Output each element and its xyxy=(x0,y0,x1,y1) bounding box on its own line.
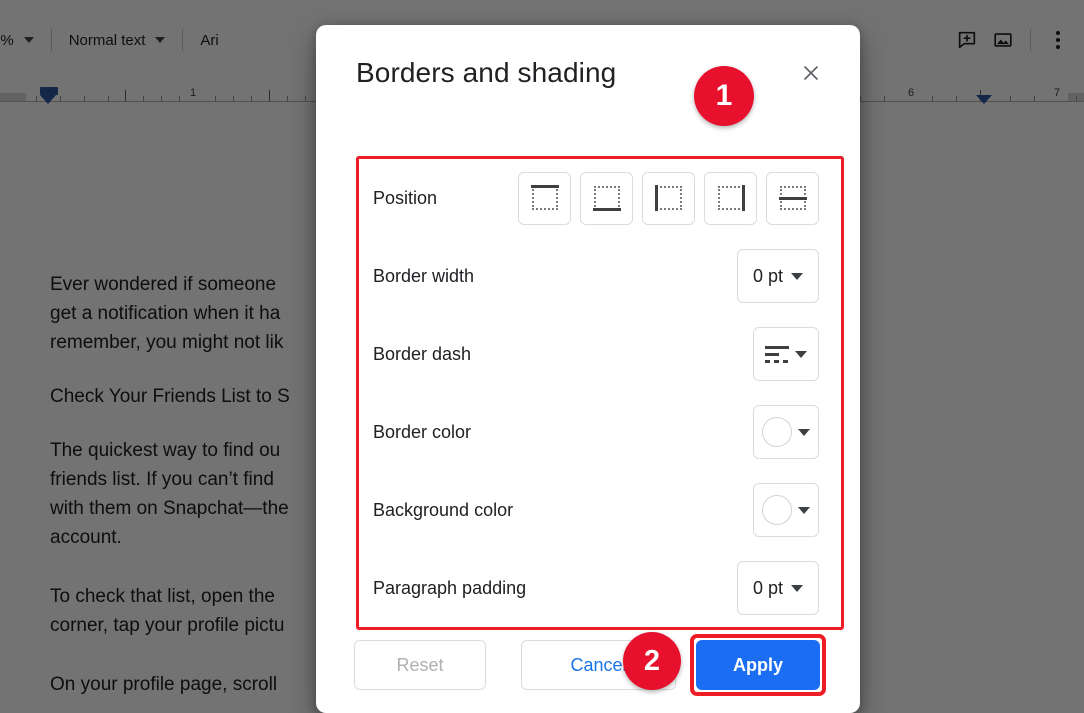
doc-paragraph: corner, tap your profile pictu xyxy=(50,615,285,636)
border-right-button[interactable] xyxy=(704,171,757,225)
chevron-down-icon xyxy=(798,506,810,514)
apply-button-highlight: Apply xyxy=(690,634,826,696)
chevron-down-icon xyxy=(23,37,34,43)
toolbar-divider xyxy=(50,29,52,51)
doc-paragraph: On your profile page, scroll xyxy=(50,674,278,695)
border-dash-style-icon xyxy=(765,345,789,363)
paragraph-padding-dropdown[interactable]: 0 pt xyxy=(737,561,819,615)
border-left-icon xyxy=(654,185,682,211)
reset-button[interactable]: Reset xyxy=(354,640,486,690)
paragraph-style-value: Normal text xyxy=(68,31,146,49)
left-indent-marker[interactable] xyxy=(40,95,56,104)
border-width-label: Border width xyxy=(373,265,475,286)
chevron-down-icon xyxy=(791,584,804,592)
border-dash-dropdown[interactable] xyxy=(753,327,819,381)
dialog-header: Borders and shading xyxy=(316,25,860,120)
insert-image-icon[interactable] xyxy=(985,22,1021,58)
border-color-dropdown[interactable] xyxy=(753,405,819,459)
border-color-swatch xyxy=(762,417,792,447)
callout-badge-2: 2 xyxy=(623,632,681,690)
dialog-options-panel: Position Border width 0 pt Border dash B… xyxy=(356,156,844,630)
border-width-dropdown[interactable]: 0 pt xyxy=(737,249,819,303)
position-button-group xyxy=(518,171,819,225)
border-between-button[interactable] xyxy=(766,171,819,225)
doc-paragraph: Check Your Friends List to S xyxy=(50,386,290,407)
border-width-value: 0 pt xyxy=(752,265,784,286)
background-color-swatch xyxy=(762,495,792,525)
add-comment-icon[interactable] xyxy=(949,22,985,58)
chevron-down-icon xyxy=(155,37,166,43)
border-bottom-button[interactable] xyxy=(580,171,633,225)
dialog-footer: Reset Cancel Apply xyxy=(316,617,860,713)
chevron-down-icon xyxy=(795,350,807,358)
border-left-button[interactable] xyxy=(642,171,695,225)
chevron-down-icon xyxy=(798,428,810,436)
more-options-icon[interactable] xyxy=(1040,22,1076,58)
border-bottom-icon xyxy=(592,186,621,211)
three-dots-glyph xyxy=(1056,31,1060,49)
row-paragraph-padding: Paragraph padding 0 pt xyxy=(359,549,841,627)
font-family-value: Ari xyxy=(200,31,219,49)
position-label: Position xyxy=(373,187,438,208)
border-dash-label: Border dash xyxy=(373,343,472,364)
right-indent-marker[interactable] xyxy=(976,95,992,104)
toolbar-divider xyxy=(1030,29,1031,51)
border-top-button[interactable] xyxy=(518,171,571,225)
border-between-icon xyxy=(778,186,807,210)
row-border-width: Border width 0 pt xyxy=(359,237,841,315)
callout-badge-1: 1 xyxy=(694,66,754,126)
close-icon[interactable] xyxy=(792,54,830,92)
ruler-number: 6 xyxy=(907,87,915,99)
paragraph-padding-label: Paragraph padding xyxy=(373,577,527,598)
toolbar-right-group xyxy=(949,18,1076,62)
row-position: Position xyxy=(359,159,841,237)
toolbar-divider xyxy=(182,29,184,51)
row-background-color: Background color xyxy=(359,471,841,549)
ruler-number: 7 xyxy=(1053,87,1061,99)
first-line-indent-marker[interactable] xyxy=(40,87,58,95)
border-right-icon xyxy=(717,185,745,211)
zoom-value: 0% xyxy=(0,31,14,49)
row-border-color: Border color xyxy=(359,393,841,471)
font-family-dropdown[interactable]: Ari xyxy=(192,25,226,55)
border-top-icon xyxy=(530,185,559,210)
ruler-number: 1 xyxy=(189,87,197,99)
dialog-title: Borders and shading xyxy=(356,56,617,88)
zoom-dropdown[interactable]: 0% xyxy=(0,25,42,55)
row-border-dash: Border dash xyxy=(359,315,841,393)
paragraph-padding-value: 0 pt xyxy=(752,577,784,598)
border-color-label: Border color xyxy=(373,421,472,442)
apply-button[interactable]: Apply xyxy=(696,640,820,690)
doc-paragraph: account. xyxy=(50,527,122,548)
borders-and-shading-dialog: Borders and shading Position Border widt… xyxy=(316,25,860,713)
background-color-label: Background color xyxy=(373,499,514,520)
chevron-down-icon xyxy=(791,272,804,280)
background-color-dropdown[interactable] xyxy=(753,483,819,537)
paragraph-style-dropdown[interactable]: Normal text xyxy=(61,25,174,55)
doc-paragraph: remember, you might not lik xyxy=(50,332,284,353)
